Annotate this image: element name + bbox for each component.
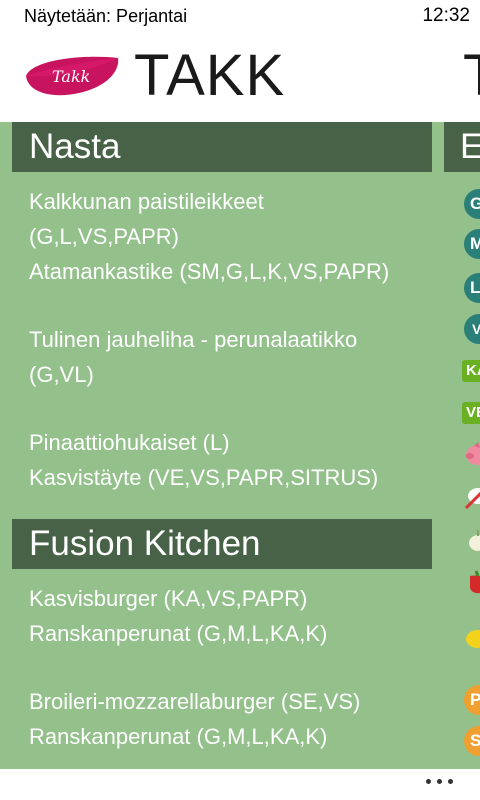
app-header: Takk TAKK T [0, 32, 480, 122]
diet-badge-se: SE [464, 726, 480, 756]
diet-badge-l: L [464, 273, 480, 303]
no-meat-icon [464, 488, 480, 510]
next-section-header: E [444, 122, 480, 172]
next-pivot-panel[interactable]: E G M L VL KA VE PÄ SE [444, 122, 480, 756]
menu-item[interactable]: Tulinen jauheliha - perunalaatikko (G,VL… [29, 322, 432, 392]
menu-item-line: Kalkkunan paistileikkeet [29, 189, 264, 214]
diet-badge-m: M [464, 229, 480, 259]
menu-item-line: Tulinen jauheliha - perunalaatikko [29, 327, 358, 352]
diet-badge-ka: KA [462, 360, 480, 382]
menu-item-line: Pinaattiohukaiset (L) [29, 430, 230, 455]
logo-text: Takk [52, 67, 90, 86]
pig-icon [466, 442, 480, 465]
menu-item[interactable]: Kasvisburger (KA,VS,PAPR) Ranskanperunat… [29, 581, 432, 651]
menu-list-nasta: Kalkkunan paistileikkeet (G,L,VS,PAPR) A… [0, 172, 432, 495]
pepper-icon [470, 570, 480, 594]
section-header-fusion-kitchen: Fusion Kitchen [12, 519, 432, 569]
menu-item[interactable]: Pinaattiohukaiset (L) Kasvistäyte (VE,VS… [29, 425, 432, 495]
status-bar: Näytetään: Perjantai 12:32 [0, 0, 480, 32]
app-bar [0, 769, 480, 800]
diet-badge-g: G [464, 189, 480, 219]
section-header-nasta: Nasta [12, 122, 432, 172]
menu-item-line: Ranskanperunat (G,M,L,KA,K) [29, 621, 328, 646]
takk-logo: Takk [26, 56, 119, 96]
menu-item-line: Kasvisburger (KA,VS,PAPR) [29, 586, 308, 611]
diet-badge-ve: VE [462, 402, 480, 424]
menu-item-line: (G,L,VS,PAPR) [29, 224, 179, 249]
next-pivot-title[interactable]: T [463, 42, 480, 109]
ellipsis-icon[interactable] [426, 776, 456, 786]
lemon-icon [466, 630, 480, 648]
menu-content: Nasta Kalkkunan paistileikkeet (G,L,VS,P… [0, 122, 480, 769]
menu-list-fusion-kitchen: Kasvisburger (KA,VS,PAPR) Ranskanperunat… [0, 569, 432, 754]
menu-item-line: Kasvistäyte (VE,VS,PAPR,SITRUS) [29, 465, 379, 490]
diet-badge-vl: VL [464, 314, 480, 344]
menu-item[interactable]: Broileri-mozzarellaburger (SE,VS) Ranska… [29, 684, 432, 754]
menu-item-line: Broileri-mozzarellaburger (SE,VS) [29, 689, 361, 714]
diet-badge-pa: PÄ [464, 685, 480, 715]
menu-item-line: Ranskanperunat (G,M,L,KA,K) [29, 724, 328, 749]
status-clock: 12:32 [422, 5, 470, 26]
menu-panel: Nasta Kalkkunan paistileikkeet (G,L,VS,P… [0, 122, 432, 754]
app-title: TAKK [134, 43, 286, 108]
status-day-label: Näytetään: Perjantai [24, 6, 188, 26]
garlic-icon [469, 530, 480, 551]
menu-item-line: (G,VL) [29, 362, 94, 387]
menu-item-line: Atamankastike (SM,G,L,K,VS,PAPR) [29, 259, 390, 284]
menu-item[interactable]: Kalkkunan paistileikkeet (G,L,VS,PAPR) A… [29, 184, 432, 289]
